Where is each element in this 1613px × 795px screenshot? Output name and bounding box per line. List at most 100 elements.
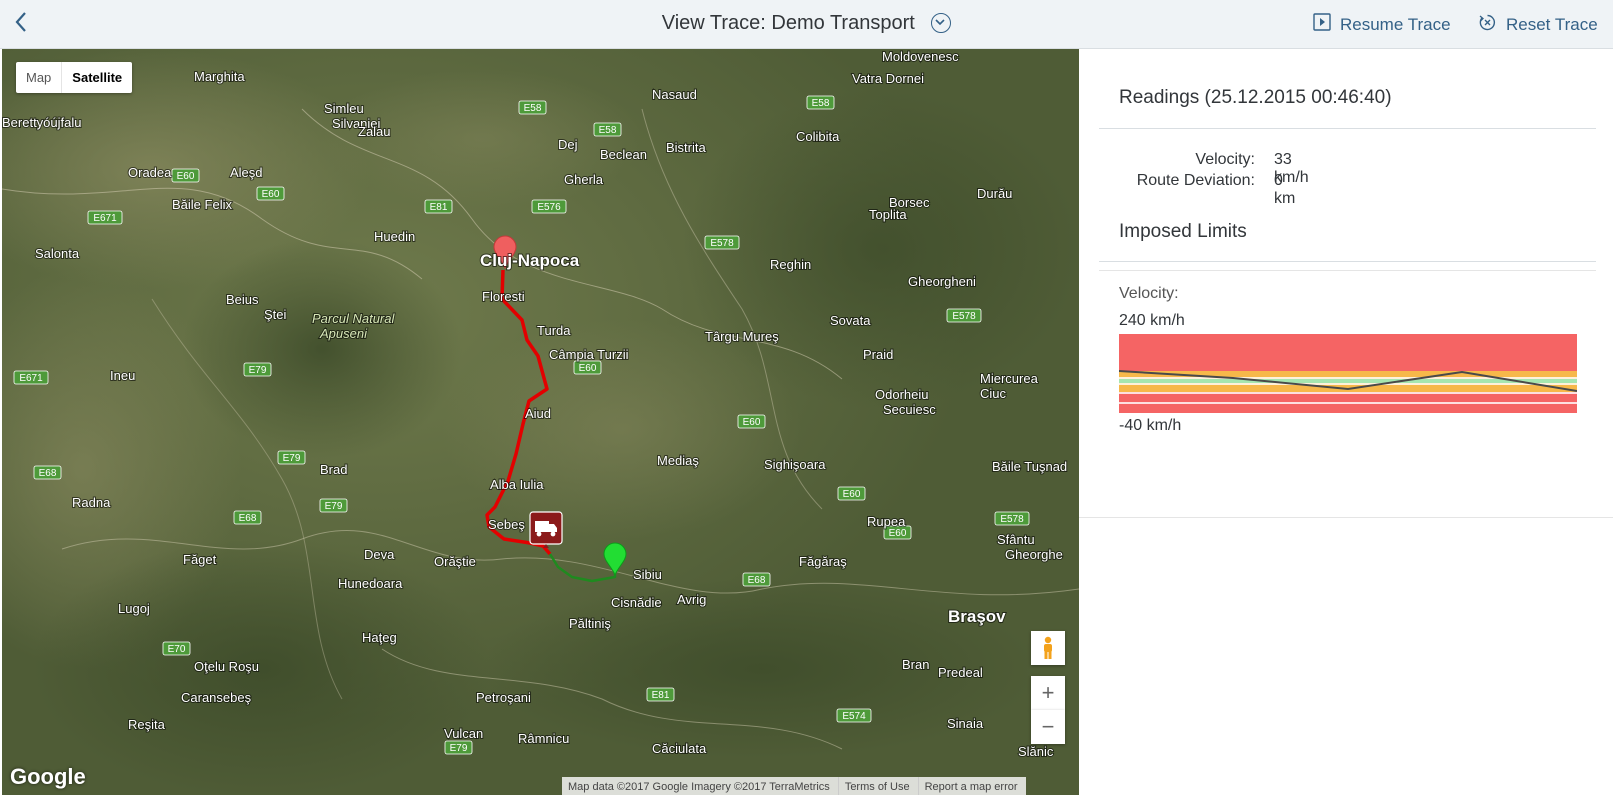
road-shield: E79 — [277, 450, 306, 465]
svg-text:E576: E576 — [537, 202, 561, 213]
limits-card: Velocity: 240 km/h -40 km/h — [1099, 270, 1596, 456]
pegman-icon[interactable] — [1031, 631, 1065, 665]
place-label: Bistrita — [666, 140, 707, 155]
road-shield: E68 — [233, 510, 262, 525]
place-label: Praid — [863, 347, 893, 362]
svg-text:E68: E68 — [39, 468, 57, 479]
road-shield: E79 — [319, 498, 348, 513]
reset-trace-button[interactable]: Reset Trace — [1478, 13, 1598, 37]
place-label: Cluj-Napoca — [480, 251, 580, 270]
velocity-limits-chart — [1119, 334, 1577, 413]
svg-text:E578: E578 — [952, 311, 976, 322]
svg-text:E60: E60 — [579, 363, 597, 374]
road-shield: E81 — [646, 687, 675, 702]
place-label: Oţelu Roşu — [194, 659, 259, 674]
reset-trace-label: Reset Trace — [1506, 15, 1598, 34]
resume-trace-label: Resume Trace — [1340, 14, 1451, 34]
place-label: Sighişoara — [764, 457, 826, 472]
satellite-map[interactable]: E58 E58 E58 E60 E60 E81 E576 E671 E578 E578 E79 E60… — [2, 49, 1079, 795]
road-shield: E70 — [162, 641, 191, 656]
road-shield: E574 — [836, 708, 872, 723]
readings-title: Readings (25.12.2015 00:46:40) — [1119, 87, 1392, 108]
road-shield: E671 — [87, 210, 123, 225]
limits-velocity-label: Velocity: — [1119, 285, 1179, 302]
place-label: Băile Tuşnad — [992, 459, 1067, 474]
place-label: Rupea — [867, 514, 906, 529]
svg-text:E81: E81 — [430, 202, 448, 213]
truck-icon[interactable] — [529, 511, 563, 548]
svg-text:E68: E68 — [239, 513, 257, 524]
place-label: Sebeş — [488, 517, 525, 532]
place-label: Dej — [558, 137, 578, 152]
place-label: Râmnicu — [518, 731, 569, 746]
place-label: Predeal — [938, 665, 983, 680]
road-shield: E81 — [424, 199, 453, 214]
reset-icon — [1478, 13, 1497, 37]
road-shield: E79 — [243, 362, 272, 377]
place-label: Berettyóújfalu — [2, 115, 82, 130]
place-label: Bran — [902, 657, 929, 672]
details-panel: Readings (25.12.2015 00:46:40) Velocity:… — [1079, 49, 1613, 795]
map-type-satellite-button[interactable]: Satellite — [61, 62, 132, 93]
road-shield: E68 — [742, 572, 771, 587]
report-error-link[interactable]: Report a map error — [917, 777, 1026, 795]
route-deviation-label: Route Deviation: — [1136, 172, 1255, 189]
road-shield: E58 — [593, 122, 622, 137]
limit-max-label: 240 km/h — [1119, 312, 1185, 329]
place-label: Oradea — [128, 165, 172, 180]
place-label: Ştei — [264, 307, 287, 322]
map-type-map-button[interactable]: Map — [16, 62, 61, 93]
place-label: Târgu Mureş — [705, 329, 779, 344]
place-label: Petroşani — [476, 690, 531, 705]
svg-text:E79: E79 — [450, 743, 468, 754]
place-label: Salonta — [35, 246, 80, 261]
svg-text:E81: E81 — [652, 690, 670, 701]
place-label: Haţeg — [362, 630, 397, 645]
place-label: Gherla — [564, 172, 604, 187]
app-header: View Trace: Demo Transport Resume Trace … — [0, 0, 1613, 49]
zoom-in-button[interactable]: + — [1031, 676, 1065, 710]
place-label: Durău — [977, 186, 1012, 201]
svg-text:E79: E79 — [249, 365, 267, 376]
page-title: View Trace: Demo Transport — [661, 12, 915, 34]
place-label: Caransebeş — [181, 690, 252, 705]
divider — [1079, 517, 1613, 518]
place-label: Reşita — [128, 717, 166, 732]
resume-trace-button[interactable]: Resume Trace — [1313, 13, 1451, 36]
place-label: Câmpia Turzii — [549, 347, 629, 362]
svg-text:E578: E578 — [1000, 514, 1024, 525]
place-label: Huedin — [374, 229, 415, 244]
imposed-limits-title: Imposed Limits — [1119, 221, 1247, 242]
svg-text:E79: E79 — [283, 453, 301, 464]
place-label: Marghita — [194, 69, 245, 84]
band-separator — [1119, 383, 1577, 385]
zoom-out-icon: − — [1041, 714, 1055, 739]
route-deviation-value: 0 km — [1274, 172, 1296, 207]
svg-text:E671: E671 — [93, 213, 117, 224]
place-label: Vatra Dornei — [852, 71, 924, 86]
play-icon — [1313, 13, 1331, 36]
place-label: Sibiu — [633, 567, 662, 582]
band-separator — [1119, 392, 1577, 394]
place-label: Alba Iulia — [490, 477, 544, 492]
place-label: Reghin — [770, 257, 811, 272]
chevron-left-icon[interactable] — [14, 10, 42, 38]
svg-text:E70: E70 — [168, 644, 186, 655]
svg-text:E60: E60 — [177, 171, 195, 182]
place-label: Zalau — [358, 124, 391, 139]
svg-text:E60: E60 — [889, 528, 907, 539]
band-separator — [1119, 402, 1577, 404]
terms-link[interactable]: Terms of Use — [837, 777, 918, 795]
place-label: Slănic — [1018, 744, 1054, 759]
svg-text:E58: E58 — [599, 125, 617, 136]
place-label: Colibita — [796, 129, 840, 144]
chevron-down-icon[interactable] — [931, 12, 952, 33]
place-label: Cisnădie — [611, 595, 662, 610]
place-label: Gheorgheni — [908, 274, 976, 289]
map-canvas[interactable]: E58 E58 E58 E60 E60 E81 E576 E671 E578 E578 E79 E60… — [2, 49, 1079, 795]
place-label: Braşov — [948, 607, 1006, 626]
road-shield: E576 — [531, 199, 567, 214]
place-label: Sinaia — [947, 716, 984, 731]
place-label: Beius — [226, 292, 259, 307]
zoom-out-button[interactable]: − — [1031, 710, 1065, 744]
